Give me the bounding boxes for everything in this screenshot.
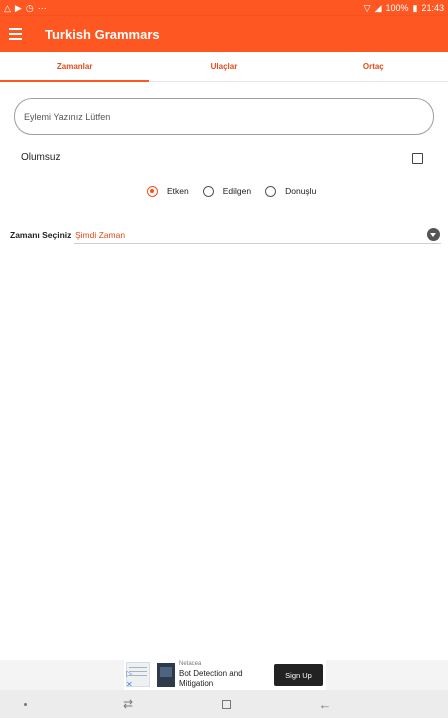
tense-dropdown[interactable]: Şimdi Zaman [74,226,441,244]
clock: 21:43 [421,3,444,13]
battery-icon: ▮ [412,2,418,13]
radio-circle [265,185,277,197]
radio-label: Donuşlu [285,186,317,196]
tab-bar: Zamanlar Ulaçlar Ortaç [0,52,448,82]
radio-etken[interactable]: Etken [147,185,189,197]
recent-apps-icon[interactable]: ⇄ [118,690,138,718]
radio-label: Etken [167,186,189,196]
app-title: Turkish Grammars [45,26,160,42]
negative-label: Olumsuz [21,152,61,163]
alarm-icon: ◷ [25,2,34,13]
radio-label: Edilgen [222,186,252,196]
more-icon: ⋯ [37,2,47,13]
ad-close-icon[interactable]: ✕ [126,680,133,689]
android-icon: △ [4,2,11,13]
voice-radio-group: Etken Edilgen Donuşlu [147,184,316,198]
ad-cta-button[interactable]: Sign Up [274,664,323,686]
tab-ulaclar[interactable]: Ulaçlar [149,52,298,81]
status-left-icons: △ ▶ ◷ ⋯ [4,2,47,13]
radio-circle [202,185,214,197]
back-icon[interactable]: ← [316,690,334,718]
signal-icon: ◢ [374,2,382,13]
ad-choices-icon[interactable]: ▷ [126,669,132,678]
ad-banner[interactable]: ▷ ✕ Netacea Bot Detection and Mitigation… [124,660,326,690]
play-icon: ▶ [14,2,22,13]
negative-checkbox[interactable] [412,153,423,164]
status-bar: △ ▶ ◷ ⋯ ▽ ◢ 100% ▮ 21:43 [0,0,448,16]
dropdown-arrow-icon [427,228,440,241]
radio-edilgen[interactable]: Edilgen [202,185,252,197]
tense-label: Zamanı Seçiniz [10,230,72,240]
main-content: Olumsuz Etken Edilgen Donuşlu Zamanı Seç… [0,82,448,660]
battery-percent: 100% [385,3,409,13]
nav-dot-icon[interactable] [20,690,30,718]
home-icon[interactable] [218,690,234,718]
system-nav-bar: ⇄ ← [0,690,448,718]
ad-company: Netacea [179,661,202,667]
menu-icon[interactable] [9,24,29,44]
radio-donuslu[interactable]: Donuşlu [265,185,317,197]
wifi-icon: ▽ [363,2,371,13]
app-bar: Turkish Grammars [0,16,448,52]
ad-image [157,663,175,687]
tab-ortac[interactable]: Ortaç [299,52,448,81]
radio-circle-checked [147,185,158,197]
status-right-icons: ▽ ◢ 100% ▮ 21:43 [364,3,444,13]
ad-headline: Bot Detection and Mitigation [179,669,243,688]
tense-selected-value: Şimdi Zaman [75,230,126,240]
tab-zamanlar[interactable]: Zamanlar [0,52,150,82]
verb-input[interactable] [14,98,434,135]
